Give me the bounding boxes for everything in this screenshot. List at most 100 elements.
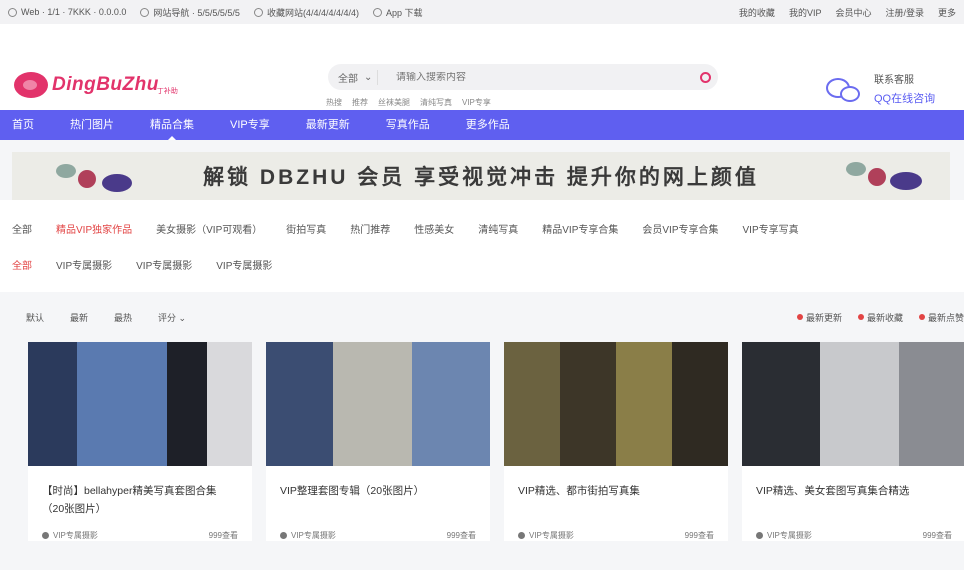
contact-support[interactable]: 联系客服 QQ在线咨询	[826, 72, 935, 109]
card-meta: VIP专属摄影 999查看	[266, 530, 490, 541]
card-title[interactable]: 【时尚】bellahyper精美写真套图合集（20张图片）	[28, 466, 252, 530]
category-row-2: 全部 VIP专属摄影 VIP专属摄影 VIP专属摄影	[12, 246, 954, 282]
card-stat: 999查看	[208, 531, 238, 540]
logo-mark-icon	[14, 72, 48, 98]
category-item[interactable]: VIP专享写真	[743, 221, 799, 236]
content-card[interactable]: VIP整理套图专辑（20张图片） VIP专属摄影 999查看	[266, 342, 490, 541]
quick-tag-label: 最新点赞	[927, 312, 964, 323]
topbar-link[interactable]: 收藏网站(4/4/4/4/4/4/4)	[253, 6, 359, 19]
search-button[interactable]	[692, 71, 718, 83]
tag-dot-icon	[857, 314, 864, 320]
card-author[interactable]: VIP专属摄影	[280, 530, 336, 541]
nav-item[interactable]: VIP专享	[230, 110, 270, 140]
hot-search-item[interactable]: 热搜	[326, 97, 342, 108]
sort-option[interactable]: 默认	[26, 311, 44, 324]
topbar-right-link[interactable]: 会员中心	[835, 6, 871, 19]
category-item[interactable]: VIP专属摄影	[216, 257, 272, 272]
nav-item[interactable]: 首页	[12, 110, 34, 140]
quick-tag[interactable]: 最新更新	[796, 311, 842, 324]
card-title[interactable]: VIP精选、美女套图写真集合精选	[742, 466, 964, 530]
thumbnail-segment	[560, 342, 616, 466]
thumbnail-segment	[898, 342, 964, 466]
card-thumbnail[interactable]	[28, 342, 252, 466]
card-title[interactable]: VIP整理套图专辑（20张图片）	[266, 466, 490, 530]
tag-dot-icon	[796, 314, 803, 320]
main-nav: 首页 热门图片 精品合集 VIP专享 最新更新 写真作品 更多作品	[0, 110, 964, 140]
topbar-right-link[interactable]: 我的收藏	[739, 6, 775, 19]
nav-item[interactable]: 热门图片	[70, 110, 114, 140]
topbar-right-link[interactable]: 我的VIP	[789, 6, 822, 19]
search-scope-label: 全部	[338, 73, 358, 85]
user-icon	[42, 532, 49, 539]
logo-subtext: 丁补助	[156, 88, 178, 95]
thumbnail-segment	[411, 342, 490, 466]
thumbnail-segment	[616, 342, 672, 466]
nav-item[interactable]: 更多作品	[466, 110, 510, 140]
card-author-name: VIP专属摄影	[291, 531, 336, 540]
card-thumbnail[interactable]	[504, 342, 728, 466]
nav-item[interactable]: 精品合集	[150, 110, 194, 140]
topbar-right-link[interactable]: 更多	[938, 6, 956, 19]
hot-search-item[interactable]: 清纯写真	[420, 97, 452, 108]
category-item[interactable]: 全部	[12, 257, 32, 272]
category-item[interactable]: 全部	[12, 221, 32, 236]
search-bar: 全部 ⌄	[328, 64, 718, 90]
user-icon	[518, 532, 525, 539]
contact-line-2[interactable]: QQ在线咨询	[874, 93, 935, 105]
nav-item[interactable]: 写真作品	[386, 110, 430, 140]
search-scope-select[interactable]: 全部 ⌄	[328, 69, 378, 85]
category-item[interactable]: 街拍写真	[286, 221, 326, 236]
category-item[interactable]: 性感美女	[414, 221, 454, 236]
contact-line-1: 联系客服	[874, 75, 914, 86]
quick-tag[interactable]: 最新点赞	[918, 311, 964, 324]
thumbnail-segment	[672, 342, 728, 466]
category-item[interactable]: VIP专属摄影	[56, 257, 112, 272]
hot-search-item[interactable]: 推荐	[352, 97, 368, 108]
topbar-link[interactable]: 网站导航 · 5/5/5/5/5/5	[140, 6, 240, 19]
quick-tag[interactable]: 最新收藏	[857, 311, 903, 324]
user-icon	[756, 532, 763, 539]
thumbnail-segment	[742, 342, 821, 466]
hot-search-item[interactable]: 丝袜美腿	[378, 97, 410, 108]
search-input[interactable]	[378, 71, 692, 83]
content-card[interactable]: VIP精选、美女套图写真集合精选 VIP专属摄影 999查看	[742, 342, 964, 541]
card-title[interactable]: VIP精选、都市街拍写真集	[504, 466, 728, 530]
quick-tag-label: 最新更新	[805, 312, 842, 323]
card-author-name: VIP专属摄影	[53, 531, 98, 540]
sort-option[interactable]: 评分 ⌄	[158, 311, 186, 324]
nav-item[interactable]: 最新更新	[306, 110, 350, 140]
card-author[interactable]: VIP专属摄影	[518, 530, 574, 541]
grid-icon	[140, 7, 150, 17]
app-icon	[372, 7, 382, 17]
card-author[interactable]: VIP专属摄影	[42, 530, 98, 541]
category-item[interactable]: VIP专属摄影	[136, 257, 192, 272]
category-item[interactable]: 美女摄影（VIP可观看）	[156, 221, 262, 236]
topbar-right-link[interactable]: 注册/登录	[885, 6, 924, 19]
card-author-name: VIP专属摄影	[529, 531, 574, 540]
content-card[interactable]: VIP精选、都市街拍写真集 VIP专属摄影 999查看	[504, 342, 728, 541]
category-item[interactable]: 热门推荐	[350, 221, 390, 236]
quick-tag-label: 最新收藏	[866, 312, 903, 323]
thumbnail-segment	[207, 342, 252, 466]
topbar-link-label: 收藏网站(4/4/4/4/4/4/4)	[266, 7, 359, 18]
category-item[interactable]: 清纯写真	[478, 221, 518, 236]
category-item[interactable]: 会员VIP专享合集	[642, 221, 718, 236]
topbar-link[interactable]: App 下载	[372, 6, 423, 19]
category-item[interactable]: 精品VIP独家作品	[56, 221, 132, 236]
card-author[interactable]: VIP专属摄影	[756, 530, 812, 541]
sort-option[interactable]: 最热	[114, 311, 132, 324]
list-toolbar: 默认 最新 最热 评分 ⌄ 最新更新 最新收藏 最新点赞	[0, 292, 964, 342]
globe-icon	[8, 7, 17, 17]
sort-option[interactable]: 最新	[70, 311, 88, 324]
card-thumbnail[interactable]	[742, 342, 964, 466]
header: DingBuZhu 丁补助 全部 ⌄ 热搜推荐丝袜美腿清纯写真 VIP专享 联系客…	[0, 24, 964, 110]
promo-banner[interactable]: 解锁 DBZHU 会员 享受视觉冲击 提升你的网上颜值	[12, 152, 950, 200]
thumbnail-segment	[504, 342, 560, 466]
topbar-link[interactable]: Web · 1/1 · 7KKK · 0.0.0.0	[8, 7, 126, 17]
content-card[interactable]: 【时尚】bellahyper精美写真套图合集（20张图片） VIP专属摄影 999查…	[28, 342, 252, 541]
site-logo[interactable]: DingBuZhu 丁补助	[14, 72, 178, 98]
topbar-link-label: App 下载	[385, 7, 423, 18]
card-thumbnail[interactable]	[266, 342, 490, 466]
category-item[interactable]: 精品VIP专享合集	[542, 221, 618, 236]
hot-search-item[interactable]: VIP专享	[462, 97, 491, 108]
